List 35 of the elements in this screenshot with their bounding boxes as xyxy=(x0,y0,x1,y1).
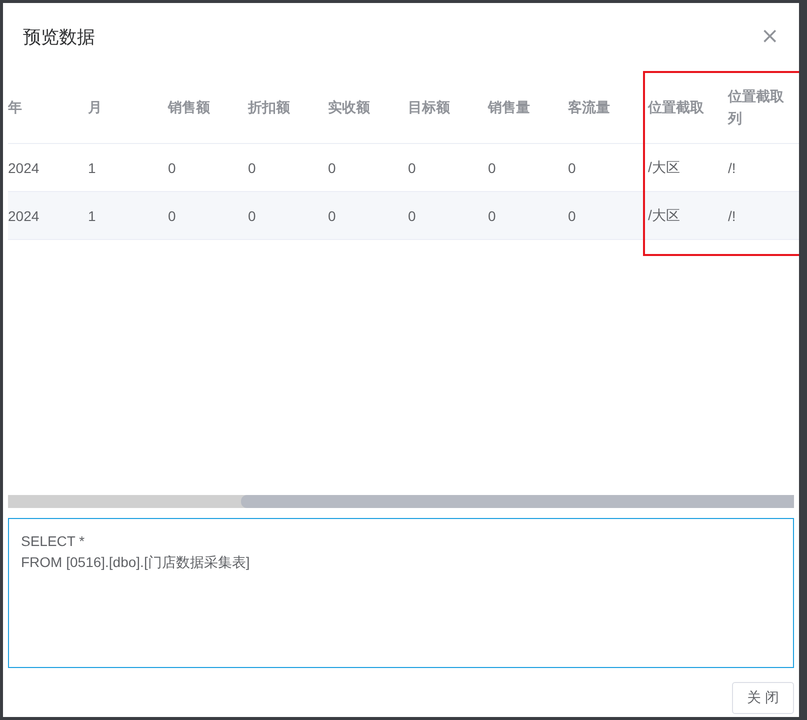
column-header: 销售额 xyxy=(168,98,211,117)
table-cell-text: /! xyxy=(728,206,737,226)
scrollbar-thumb[interactable] xyxy=(241,495,794,508)
table-cell-text: 0 xyxy=(568,158,577,178)
sql-field[interactable]: SELECT * FROM [0516].[dbo].[门店数据采集表] xyxy=(8,518,794,668)
table-cell-text: /大区 xyxy=(648,206,681,224)
column-header: 月 xyxy=(88,98,103,117)
column-header: 位置截取 xyxy=(648,98,705,117)
table-cell-text: 2024 xyxy=(8,206,40,226)
table-cell-text: 1 xyxy=(88,158,97,178)
table-cell-text: 0 xyxy=(168,158,177,178)
table-cell-text: 0 xyxy=(408,206,417,226)
table-cell-text: 0 xyxy=(248,158,257,178)
column-header: 位置截取列 xyxy=(728,87,785,128)
column-header: 客流量 xyxy=(568,98,611,117)
table-cell-text: 1 xyxy=(88,206,97,226)
dialog-title: 预览数据 xyxy=(23,26,95,49)
close-dialog-button[interactable]: 关 闭 xyxy=(732,682,794,714)
table-cell-text: 0 xyxy=(408,158,417,178)
table-cell-text: 0 xyxy=(488,206,497,226)
table-cell-text: 0 xyxy=(568,206,577,226)
table-cell-text: 0 xyxy=(168,206,177,226)
table-cell-text: 0 xyxy=(328,206,337,226)
column-header: 目标额 xyxy=(408,98,451,117)
column-header: 年 xyxy=(8,98,23,117)
table-cell-text: /大区 xyxy=(648,158,681,176)
table-cell-text: /! xyxy=(728,158,737,178)
table-cell-text: 2024 xyxy=(8,158,40,178)
table-cell-text: 0 xyxy=(488,158,497,178)
table-cell-text: 0 xyxy=(328,158,337,178)
column-header: 实收额 xyxy=(328,98,371,117)
column-header: 折扣额 xyxy=(248,98,291,117)
table-cell-text: 0 xyxy=(248,206,257,226)
close-button[interactable]: × xyxy=(758,27,781,47)
column-header: 销售量 xyxy=(488,98,531,117)
